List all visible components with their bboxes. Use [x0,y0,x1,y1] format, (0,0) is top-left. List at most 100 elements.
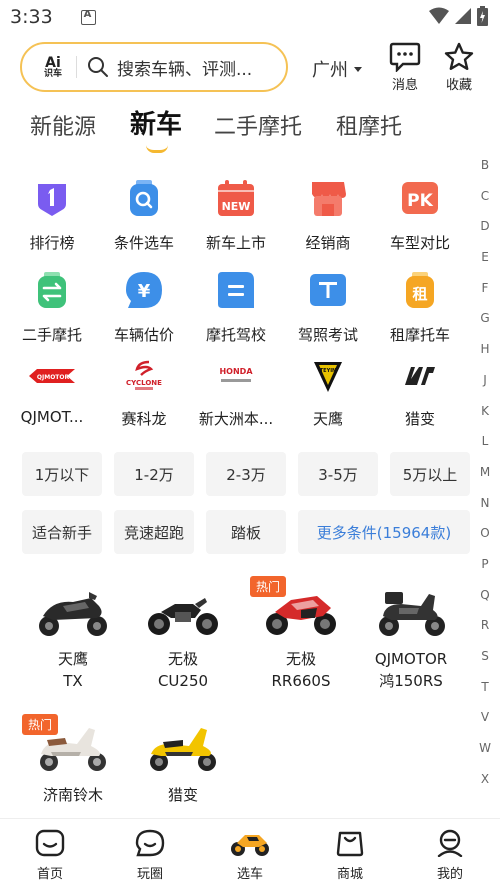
bike-model: RR660S [271,672,331,690]
notification-icon [80,9,96,25]
alphabet-letter[interactable]: L [478,426,492,457]
bike-card[interactable]: 猎变 [128,722,238,806]
alphabet-letter[interactable]: M [478,457,492,488]
more-conditions-button[interactable]: 更多条件(15964款) [298,510,470,554]
price-chip-20k-30k[interactable]: 2-3万 [206,452,286,496]
messages-button[interactable]: 消息 [380,42,430,93]
shortcut-rental[interactable]: 租 租摩托车 [374,270,466,362]
price-chip-over-50k[interactable]: 5万以上 [390,452,470,496]
brand-liebian[interactable]: 猎变 [374,358,466,429]
shortcut-compare[interactable]: PK 车型对比 [374,178,466,270]
shortcut-row: 排行榜 条件选车 NEW 新车上市 经销商 PK 车型对比 [6,178,466,270]
nav-label: 玩圈 [136,867,163,882]
city-selector[interactable]: 广州 [312,56,362,82]
search-icon [88,57,108,77]
alphabet-letter[interactable]: H [478,334,492,365]
brand-qjmotor[interactable]: QJMOTOR QJMOT... [6,358,98,429]
favorites-button[interactable]: 收藏 [434,42,484,93]
shortcut-dealers[interactable]: 经销商 [282,178,374,270]
shortcut-valuation[interactable]: ¥ 车辆估价 [98,270,190,362]
shortcut-grid: 排行榜 条件选车 NEW 新车上市 经销商 PK 车型对比 二手摩托 ¥ 车辆估… [6,178,466,362]
tab-new-energy[interactable]: 新能源 [30,109,96,141]
brand-teyin[interactable]: TEYIN 天鹰 [282,358,374,429]
rental-icon: 租 [406,272,434,308]
nav-profile[interactable]: 我的 [400,819,500,888]
bike-card[interactable]: 无极 RR660S [246,586,356,692]
bike-card[interactable]: 天鹰 TX [18,586,128,692]
shortcut-filter-search[interactable]: 条件选车 [98,178,190,270]
alphabet-letter[interactable]: C [478,181,492,212]
condition-chip-scooter[interactable]: 踏板 [206,510,286,554]
scooter-icon [150,728,216,771]
search-bar[interactable]: Ai 识车 搜索车辆、评测... [20,42,288,92]
alphabet-letter[interactable]: B [478,150,492,181]
liebian-logo-icon [374,358,466,394]
scooter-icon [379,592,445,636]
alphabet-letter[interactable]: R [478,610,492,641]
shortcut-license-exam[interactable]: 驾照考试 [282,270,374,362]
filter-search-icon [130,180,158,216]
price-chip-30k-50k[interactable]: 3-5万 [298,452,378,496]
tab-new-bikes[interactable]: 新车 [130,104,182,153]
shortcut-ranking[interactable]: 排行榜 [6,178,98,270]
license-exam-icon [310,274,346,306]
brand-cyclone[interactable]: CYCLONE 赛科龙 [98,358,190,429]
bike-brand: 猎变 [167,786,198,804]
alphabet-letter[interactable]: E [478,242,492,273]
svg-text:¥: ¥ [138,281,151,302]
brand-logo-text: QJMOTOR [37,374,70,381]
bike-card[interactable]: QJMOTOR 鸿150RS [356,586,466,692]
shortcut-new-launch[interactable]: NEW 新车上市 [190,178,282,270]
hot-badge: 热门 [250,576,287,597]
home-icon [35,829,65,857]
alphabet-letter[interactable]: N [478,488,492,519]
bike-brand: 无极 [285,650,316,668]
shop-bag-icon [336,831,364,857]
shortcut-label: 新车上市 [205,234,266,252]
svg-text:PK: PK [407,191,433,211]
bike-brand: 济南铃木 [42,786,103,804]
alphabet-letter[interactable]: S [478,641,492,672]
alphabet-letter[interactable]: W [478,733,492,764]
tab-rent-motorcycles[interactable]: 租摩托 [336,109,402,141]
alphabet-letter[interactable]: Q [478,580,492,611]
brand-logo-text: HONDA [219,367,253,376]
nav-label: 我的 [436,867,463,882]
search-input[interactable]: 搜索车辆、评测... [117,55,252,80]
bike-brand: 无极 [167,650,198,668]
nav-shop[interactable]: 商城 [300,819,400,888]
alphabet-letter[interactable]: T [478,672,492,703]
condition-chip-sport[interactable]: 竞速超跑 [114,510,194,554]
message-icon [389,42,421,72]
alphabet-letter[interactable]: F [478,273,492,304]
motorcycle-icon [231,835,269,856]
scooter-icon [39,592,107,636]
alphabet-letter[interactable]: J [478,365,492,396]
alphabet-letter[interactable]: K [478,396,492,427]
driving-school-icon [218,272,254,308]
price-chip-under-10k[interactable]: 1万以下 [22,452,102,496]
community-icon [135,829,165,857]
messages-label: 消息 [391,78,418,93]
nav-community[interactable]: 玩圈 [100,819,200,888]
alphabet-letter[interactable]: P [478,549,492,580]
price-chip-10k-20k[interactable]: 1-2万 [114,452,194,496]
nav-home[interactable]: 首页 [0,819,100,888]
favorites-label: 收藏 [445,78,472,93]
shortcut-driving-school[interactable]: 摩托驾校 [190,270,282,362]
shortcut-used-bikes[interactable]: 二手摩托 [6,270,98,362]
bike-card[interactable]: 无极 CU250 [128,586,238,692]
ai-recognize-button[interactable]: Ai 识车 [40,56,66,79]
alphabet-letter[interactable]: O [478,518,492,549]
brand-sundiro-honda[interactable]: HONDA 新大洲本... [190,358,282,429]
hot-badge: 热门 [22,714,59,735]
nav-choose-bike[interactable]: 选车 [200,819,300,888]
alphabet-letter[interactable]: D [478,211,492,242]
alphabet-letter[interactable]: V [478,702,492,733]
alphabet-letter[interactable]: X [478,764,492,795]
condition-chip-beginner[interactable]: 适合新手 [22,510,102,554]
tab-used-motorcycles[interactable]: 二手摩托 [214,109,302,141]
bottom-nav: 首页 玩圈 选车 商城 我的 [0,818,500,888]
alphabet-letter[interactable]: G [478,303,492,334]
used-bike-icon [38,272,66,308]
